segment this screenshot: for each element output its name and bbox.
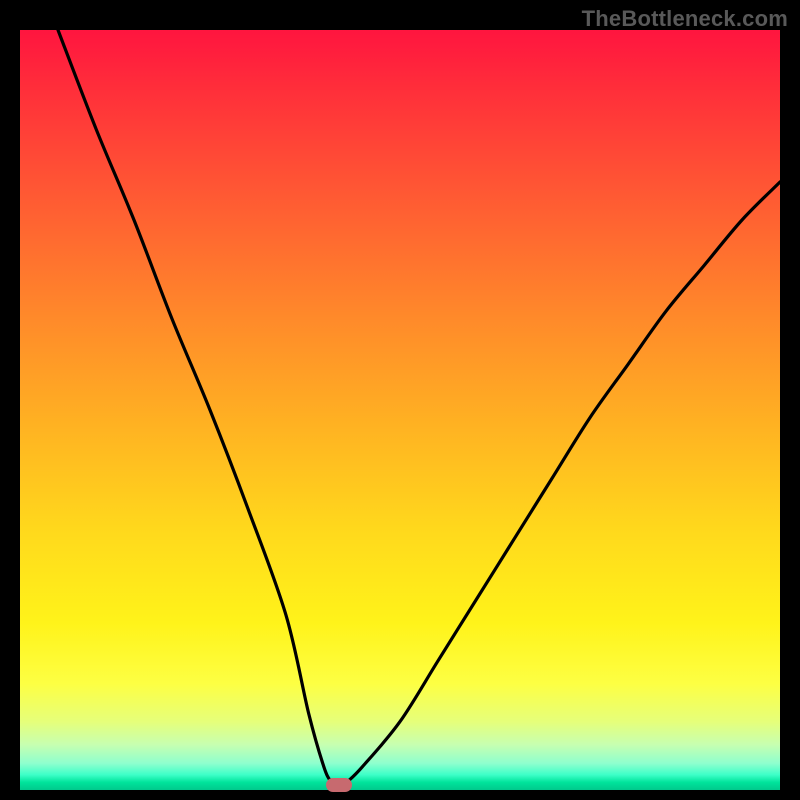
bottleneck-curve-path — [58, 30, 780, 790]
watermark-text: TheBottleneck.com — [582, 6, 788, 32]
chart-frame: TheBottleneck.com — [0, 0, 800, 800]
curve-svg — [20, 30, 780, 790]
minimum-marker — [326, 778, 352, 792]
plot-area — [20, 30, 780, 790]
